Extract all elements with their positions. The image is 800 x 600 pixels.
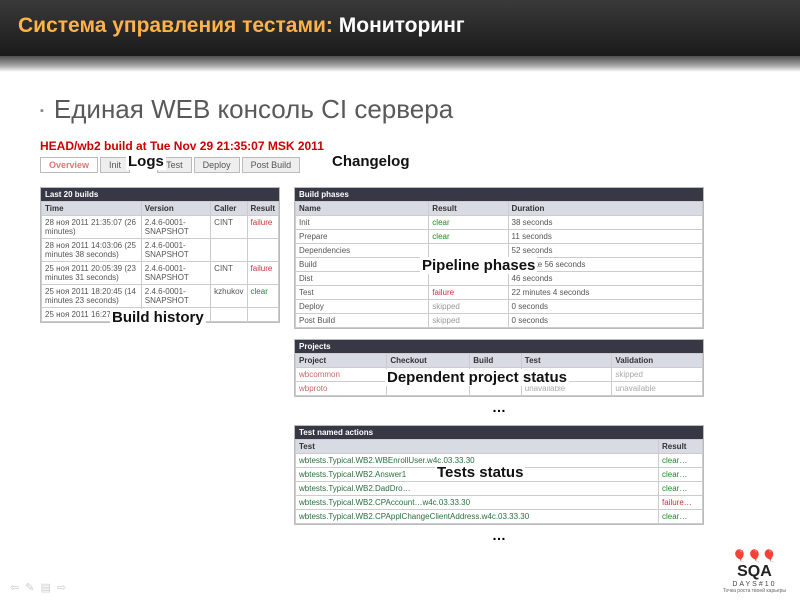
- slide-nav: ⇦ ✎ ▤ ⇨: [10, 581, 66, 594]
- ellipsis: …: [294, 527, 704, 543]
- col-duration: Duration: [508, 202, 702, 216]
- col-checkout: Checkout: [387, 354, 470, 368]
- nav-menu-icon[interactable]: ▤: [40, 581, 50, 594]
- tab-overview[interactable]: Overview: [40, 157, 98, 173]
- slide-title-bar: Система управления тестами: Мониторинг: [0, 0, 800, 56]
- logo-sqa: SQA: [723, 563, 786, 581]
- tab-postbuild[interactable]: Post Build: [242, 157, 301, 173]
- col-build: Build: [470, 354, 522, 368]
- table-row[interactable]: wbtests.Typical.WB2.DadDro…clear…: [296, 482, 703, 496]
- table-row[interactable]: Dependencies52 seconds: [296, 244, 703, 258]
- col-time: Time: [42, 202, 142, 216]
- table-row[interactable]: 25 ноя 2011 18:20:45 (14 minutes 23 seco…: [42, 285, 279, 308]
- col-test: Test: [296, 440, 659, 454]
- annotation-build-history: Build history: [110, 309, 206, 326]
- logo-tagline: Точка роста твоей карьеры: [723, 589, 786, 595]
- nav-prev-icon[interactable]: ⇦: [10, 581, 19, 594]
- build-history-panel: Last 20 builds Time Version Caller Resul…: [40, 187, 280, 323]
- table-row[interactable]: wbtests.Typical.WB2.CPAccount…w4c.03.33.…: [296, 496, 703, 510]
- table-row[interactable]: Prepareclear11 seconds: [296, 230, 703, 244]
- annotation-tests: Tests status: [435, 464, 525, 481]
- gradient-strip: [0, 56, 800, 72]
- nav-pen-icon[interactable]: ✎: [25, 581, 34, 594]
- slide-title-accent: Система управления тестами:: [18, 14, 333, 37]
- annotation-deps: Dependent project status: [385, 369, 569, 386]
- panel-header: Projects: [295, 340, 703, 353]
- col-result: Result: [659, 440, 703, 454]
- annotation-changelog: Changelog: [330, 153, 412, 170]
- table-row[interactable]: 28 ноя 2011 21:35:07 (26 minutes)2.4.6-0…: [42, 216, 279, 239]
- nav-next-icon[interactable]: ⇨: [57, 581, 66, 594]
- table-row[interactable]: wbtests.Typical.WB2.CPApplChangeClientAd…: [296, 510, 703, 524]
- history-table: Time Version Caller Result 28 ноя 2011 2…: [41, 201, 279, 322]
- col-name: Name: [296, 202, 429, 216]
- table-row[interactable]: 28 ноя 2011 14:03:06 (25 minutes 38 seco…: [42, 239, 279, 262]
- col-validation: Validation: [612, 354, 703, 368]
- annotation-pipeline: Pipeline phases: [420, 257, 537, 274]
- panel-header: Last 20 builds: [41, 188, 279, 201]
- bullet-text: Единая WEB консоль CI сервера: [40, 86, 772, 139]
- slide-content: Единая WEB консоль CI сервера HEAD/wb2 b…: [0, 72, 800, 543]
- panel-header: Build phases: [295, 188, 703, 201]
- table-row[interactable]: Testfailure22 minutes 4 seconds: [296, 286, 703, 300]
- slide-title: Система управления тестами: Мониторинг: [18, 14, 465, 37]
- build-title: HEAD/wb2 build at Tue Nov 29 21:35:07 MS…: [40, 139, 772, 153]
- col-result: Result: [247, 202, 278, 216]
- ci-console: HEAD/wb2 build at Tue Nov 29 21:35:07 MS…: [40, 139, 772, 543]
- tests-table: Test Result wbtests.Typical.WB2.WBEnroll…: [295, 439, 703, 524]
- table-row[interactable]: 25 ноя 2011 20:05:39 (23 minutes 31 seco…: [42, 262, 279, 285]
- ellipsis: …: [294, 399, 704, 415]
- col-caller: Caller: [211, 202, 247, 216]
- projects-panel: Projects Project Checkout Build Test Val…: [294, 339, 704, 397]
- sqa-days-logo: 🎈🎈🎈 SQA DAYS#10 Точка роста твоей карьер…: [723, 550, 786, 594]
- col-version: Version: [141, 202, 210, 216]
- table-row[interactable]: Deployskipped0 seconds: [296, 300, 703, 314]
- annotation-logs: Logs: [126, 153, 166, 170]
- balloons-icon: 🎈🎈🎈: [723, 550, 786, 563]
- table-row[interactable]: Post Buildskipped0 seconds: [296, 314, 703, 328]
- panel-header: Test named actions: [295, 426, 703, 439]
- col-test: Test: [521, 354, 612, 368]
- slide-title-rest: Мониторинг: [333, 14, 465, 37]
- table-row[interactable]: Initclear38 seconds: [296, 216, 703, 230]
- col-project: Project: [296, 354, 387, 368]
- col-result: Result: [429, 202, 508, 216]
- tab-deploy[interactable]: Deploy: [194, 157, 240, 173]
